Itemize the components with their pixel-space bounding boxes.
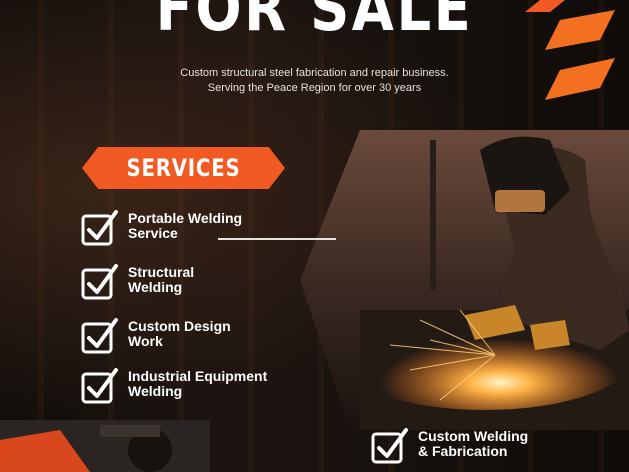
services-badge-label: SERVICES (126, 154, 241, 182)
description-line-2: Serving the Peace Region for over 30 yea… (207, 82, 422, 94)
headline: FOR SALE (155, 0, 474, 46)
checkbox-check-icon (371, 428, 408, 464)
welder-photo (300, 130, 629, 430)
checkbox-check-icon (81, 210, 118, 246)
poster-canvas: FOR SALE Custom structural steel fabrica… (0, 0, 629, 472)
checkbox-check-icon (81, 264, 118, 300)
service-label: Structural Welding (128, 264, 195, 295)
checkbox-check-icon (81, 368, 118, 404)
welder-photo-fragment (0, 420, 210, 472)
service-label: Custom Design Work (128, 318, 231, 349)
service-label: Industrial Equipment Welding (128, 368, 268, 399)
service-label: Portable Welding Service (128, 210, 243, 241)
checkbox-check-icon (81, 318, 118, 354)
description-line-1: Custom structural steel fabrication and … (180, 67, 449, 79)
service-label: Custom Welding & Fabrication (418, 428, 529, 459)
services-badge: SERVICES (82, 147, 285, 189)
